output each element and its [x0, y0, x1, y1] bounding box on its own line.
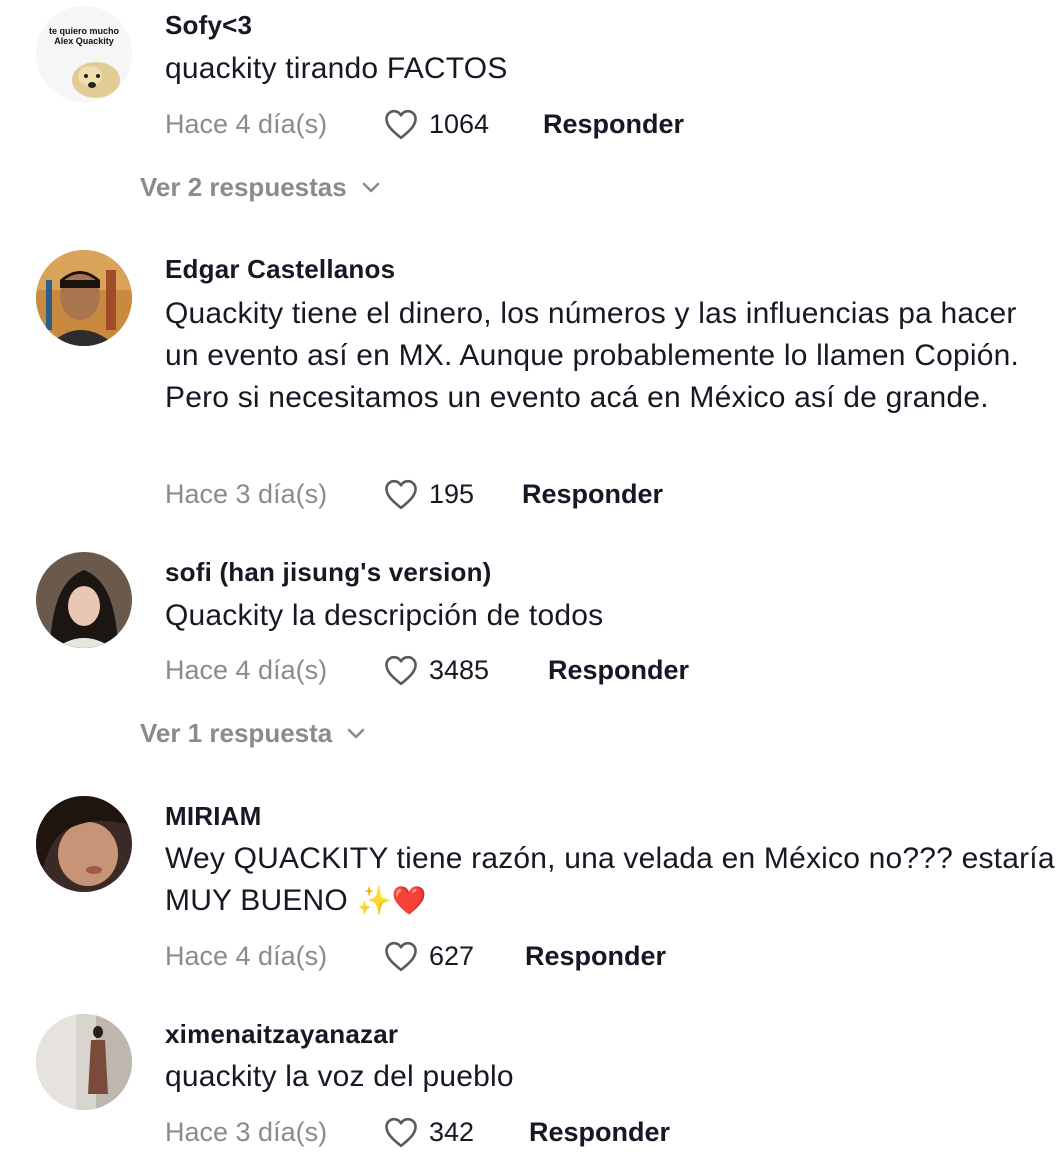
avatar-image — [36, 552, 132, 648]
heart-outline-icon — [385, 1117, 417, 1148]
avatar[interactable] — [36, 552, 132, 648]
avatar-image — [36, 1014, 132, 1110]
view-replies-button[interactable]: Ver 2 respuestas — [140, 172, 381, 203]
comment-meta: Hace 4 día(s) 1064 Responder — [165, 104, 684, 144]
heart-outline-icon — [385, 109, 417, 140]
avatar[interactable]: te quiero mucho Alex Quackity — [36, 6, 132, 102]
comment-username[interactable]: ximenaitzayanazar — [165, 1019, 398, 1050]
like-count: 342 — [429, 1116, 475, 1147]
heart-outline-icon — [385, 655, 417, 686]
view-replies-label: Ver 2 respuestas — [140, 172, 347, 202]
avatar-caption-line-2: Alex Quackity — [54, 36, 114, 46]
avatar[interactable] — [36, 796, 132, 892]
view-replies-button[interactable]: Ver 1 respuesta — [140, 718, 366, 749]
comment-meta: Hace 3 día(s) 342 Responder — [165, 1112, 670, 1152]
sparkles-emoji: ✨ — [356, 885, 392, 916]
reply-button[interactable]: Responder — [525, 941, 666, 972]
like-count: 627 — [429, 940, 475, 971]
comment-meta: Hace 3 día(s) 195 Responder — [165, 474, 663, 514]
chevron-down-icon — [347, 728, 365, 738]
heart-outline-icon — [385, 941, 417, 972]
avatar-caption-line-1: te quiero mucho — [49, 26, 120, 36]
comment-text: Wey QUACKITY tiene razón, una velada en … — [165, 838, 1055, 922]
comment-text: Quackity tiene el dinero, los números y … — [165, 297, 1020, 414]
like-button[interactable]: 3485 — [383, 654, 489, 686]
comment-meta: Hace 4 día(s) 3485 Responder — [165, 650, 689, 690]
like-count: 1064 — [429, 108, 490, 139]
comment-username[interactable]: Edgar Castellanos — [165, 254, 395, 285]
view-replies-label: Ver 1 respuesta — [140, 718, 333, 748]
comment-date: Hace 4 día(s) — [165, 940, 328, 971]
reply-button[interactable]: Responder — [529, 1117, 670, 1148]
heart-outline-icon — [385, 479, 417, 510]
comment-text: quackity la voz del pueblo — [165, 1060, 514, 1093]
comment-date: Hace 3 día(s) — [165, 1116, 328, 1147]
comment-username[interactable]: Sofy<3 — [165, 10, 252, 41]
comment-text: quackity tirando FACTOS — [165, 52, 508, 85]
comment-date: Hace 4 día(s) — [165, 108, 328, 139]
comment-username[interactable]: sofi (han jisung's version) — [165, 557, 492, 588]
reply-button[interactable]: Responder — [548, 655, 689, 686]
chevron-down-icon — [362, 182, 380, 192]
comment-text-body: Wey QUACKITY tiene razón, una velada en … — [165, 842, 1055, 917]
reply-button[interactable]: Responder — [522, 479, 663, 510]
like-button[interactable]: 342 — [383, 1116, 474, 1148]
like-button[interactable]: 627 — [383, 940, 474, 972]
comment-date: Hace 4 día(s) — [165, 654, 328, 685]
comment-meta: Hace 4 día(s) 627 Responder — [165, 936, 666, 976]
avatar[interactable] — [36, 250, 132, 346]
like-button[interactable]: 1064 — [383, 108, 489, 140]
comment-text: Quackity la descripción de todos — [165, 599, 604, 632]
like-count: 195 — [429, 478, 475, 509]
avatar-image — [36, 796, 132, 892]
like-count: 3485 — [429, 654, 490, 685]
reply-button[interactable]: Responder — [543, 109, 684, 140]
red-heart-emoji: ❤️ — [391, 885, 427, 916]
comment-date: Hace 3 día(s) — [165, 478, 328, 509]
like-button[interactable]: 195 — [383, 478, 474, 510]
avatar[interactable] — [36, 1014, 132, 1110]
avatar-image: te quiero mucho Alex Quackity — [36, 6, 132, 102]
avatar-image — [36, 250, 132, 346]
comment-username[interactable]: MIRIAM — [165, 801, 262, 832]
